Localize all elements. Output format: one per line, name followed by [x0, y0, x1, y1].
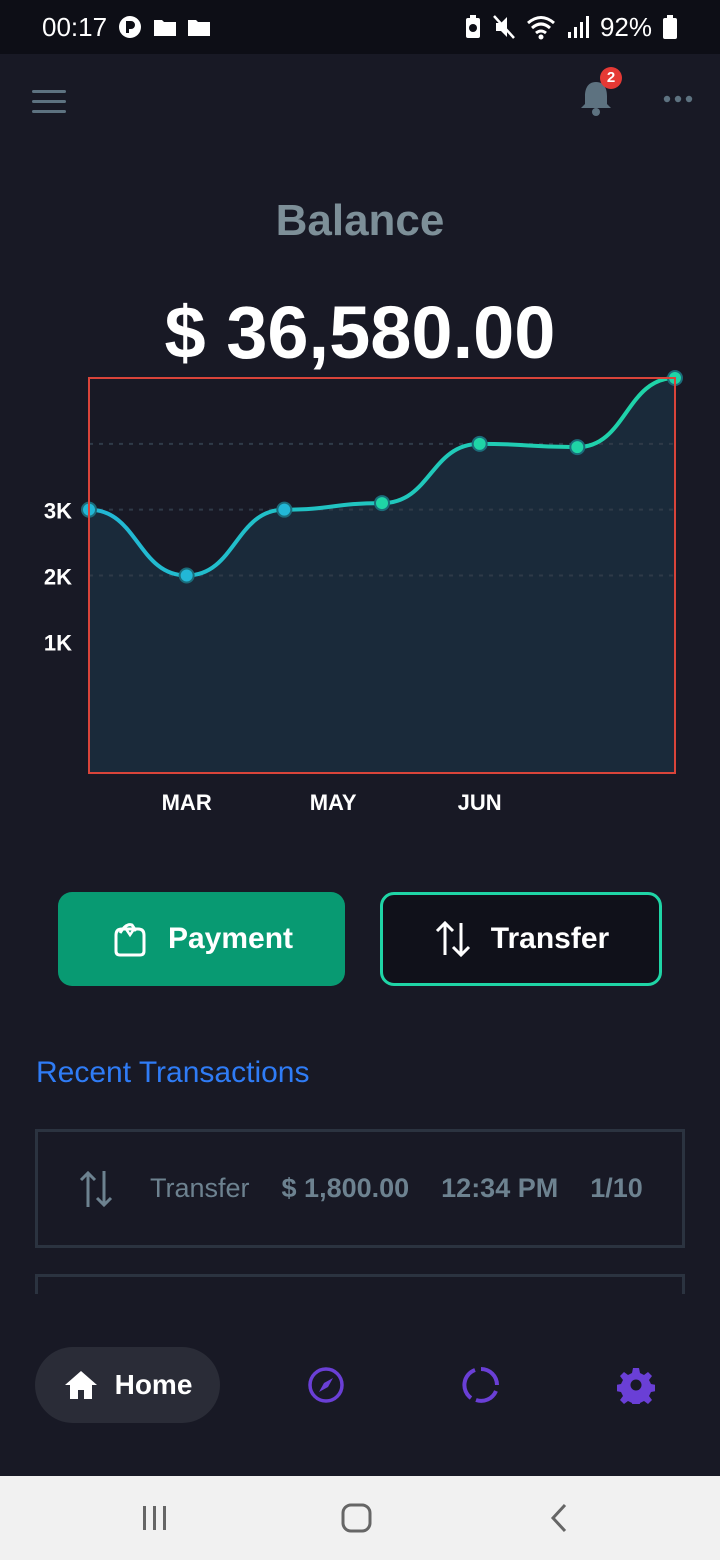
- chart-point: [178, 567, 195, 584]
- app-screen: 00:17 92% 2 Balance $ 36,580.00 3K 2K 1K…: [0, 0, 720, 1560]
- chart-point: [374, 495, 390, 512]
- tab-home[interactable]: Home: [35, 1347, 220, 1423]
- recent-apps-icon[interactable]: [140, 1500, 170, 1536]
- status-bar-left: 00:17: [42, 12, 211, 43]
- mute-icon: [493, 15, 515, 39]
- system-navigation-bar: [0, 1476, 720, 1560]
- folder-icon: [154, 20, 177, 36]
- chart-point: [569, 439, 586, 456]
- payment-button[interactable]: Payment: [58, 892, 345, 986]
- gear-icon[interactable]: [617, 1366, 655, 1404]
- clock: 00:17: [42, 11, 108, 42]
- balance-chart: 3K 2K 1K MAR MAY JUN: [44, 370, 683, 815]
- x-tick-label: MAY: [310, 790, 357, 815]
- transfer-arrows-icon: [435, 920, 470, 958]
- progress-ring-icon[interactable]: [462, 1366, 500, 1404]
- transfer-label: Transfer: [490, 922, 610, 955]
- notification-badge: 2: [600, 67, 622, 89]
- bottom-tab-bar: Home: [0, 1330, 720, 1440]
- status-bar: 00:17 92%: [0, 0, 720, 54]
- home-nav-icon[interactable]: [340, 1500, 374, 1536]
- transaction-date: 1/10: [590, 1173, 643, 1203]
- back-icon[interactable]: [545, 1500, 575, 1536]
- payment-label: Payment: [167, 922, 294, 955]
- transaction-row[interactable]: Transfer $ 1,800.00 12:34 PM 1/10: [35, 1129, 685, 1248]
- more-options-icon[interactable]: [662, 94, 694, 104]
- transaction-row-partial: [35, 1274, 685, 1294]
- compass-icon[interactable]: [307, 1366, 345, 1404]
- transaction-amount: $ 1,800.00: [281, 1173, 410, 1203]
- folder-icon: [188, 20, 211, 36]
- balance-amount: $ 36,580.00: [164, 291, 556, 374]
- y-tick-label: 1K: [44, 630, 72, 655]
- menu-icon[interactable]: [32, 90, 66, 116]
- battery-saver-icon: [465, 15, 480, 38]
- chart-point: [276, 501, 293, 518]
- wallet-icon: [114, 923, 146, 957]
- x-tick-label: JUN: [458, 790, 502, 815]
- transfer-arrows-icon: [79, 1170, 113, 1207]
- home-icon: [64, 1371, 97, 1399]
- battery-percent: 92%: [599, 11, 652, 42]
- y-tick-label: 2K: [44, 565, 72, 590]
- transaction-time: 12:34 PM: [441, 1173, 559, 1203]
- tab-home-label: Home: [114, 1369, 193, 1400]
- x-tick-label: MAR: [162, 790, 212, 815]
- battery-icon: [663, 15, 677, 39]
- wifi-icon: [526, 16, 555, 40]
- balance-label: Balance: [275, 196, 445, 245]
- transfer-button[interactable]: Transfer: [380, 892, 662, 986]
- app-notification-icon: [119, 16, 142, 38]
- y-tick-label: 3K: [44, 499, 72, 524]
- status-bar-right: 92%: [464, 12, 678, 43]
- chart-point: [471, 435, 488, 452]
- app-bar: 2: [0, 54, 720, 154]
- recent-transactions-title: Recent Transactions: [36, 1056, 310, 1089]
- transaction-type: Transfer: [150, 1173, 250, 1203]
- signal-icon: [567, 16, 589, 38]
